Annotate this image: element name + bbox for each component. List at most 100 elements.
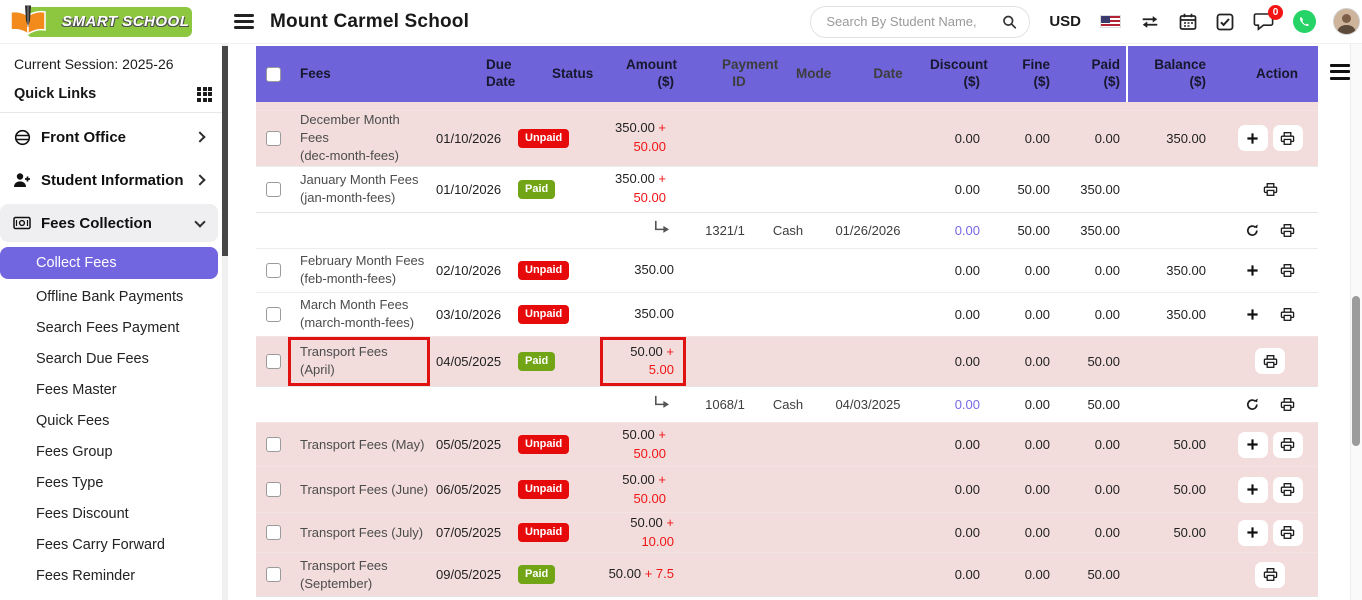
status-badge: Paid [518,352,555,371]
due-date-cell: 01/10/2026 [430,182,512,197]
print-button[interactable] [1255,176,1285,202]
sidebar-item-offline-bank-payments[interactable]: Offline Bank Payments [0,282,218,312]
status-badge: Unpaid [518,523,569,542]
row-checkbox[interactable] [266,182,281,197]
sidebar-item-collect-fees[interactable]: Collect Fees [0,247,218,279]
action-cell [1222,562,1318,588]
add-button[interactable] [1238,257,1268,283]
sidebar-section-student-information[interactable]: Student Information [0,161,218,199]
add-button[interactable] [1238,301,1268,327]
row-checkbox[interactable] [266,263,281,278]
user-avatar[interactable] [1333,8,1360,35]
status-cell: Unpaid [512,435,600,454]
messages-count-badge: 0 [1268,5,1283,20]
search-icon[interactable] [1002,14,1017,30]
status-cell: Paid [512,352,600,371]
sidebar-item-fees-group[interactable]: Fees Group [0,437,218,467]
status-cell: Paid [512,180,600,199]
whatsapp-icon[interactable] [1293,10,1316,33]
student-search-input[interactable] [811,14,1002,29]
sidebar-item-search-fees-payment[interactable]: Search Fees Payment [0,313,218,343]
row-checkbox[interactable] [266,307,281,322]
print-button[interactable] [1273,520,1303,546]
add-button[interactable] [1238,125,1268,151]
sidebar-section-fees-collection[interactable]: Fees Collection [0,204,218,242]
currency-selector[interactable]: USD [1049,13,1081,30]
print-button[interactable] [1273,432,1303,458]
sidebar-item-fees-discount[interactable]: Fees Discount [0,499,218,529]
amount-text: 50.00 + 7.5 [609,566,674,581]
paid-cell: 50.00 [1056,354,1126,369]
amount-text: 50.00 +50.00 [600,426,674,464]
print-button[interactable] [1273,392,1303,418]
language-flag[interactable] [1100,15,1121,28]
todo-check-icon[interactable] [1216,13,1234,31]
app-logo[interactable]: SMART SCHOOL [10,6,192,38]
column-header-pid: Payment ID [694,57,756,91]
page-scrollbar-thumb[interactable] [1352,296,1360,446]
discount-link[interactable]: 0.00 [955,223,980,238]
revert-button[interactable] [1238,392,1268,418]
status-cell: Paid [512,565,600,584]
print-button[interactable] [1273,477,1303,503]
row-checkbox[interactable] [266,567,281,582]
messages-icon[interactable]: 0 [1253,12,1274,31]
add-button[interactable] [1238,477,1268,503]
row-checkbox[interactable] [266,437,281,452]
column-header-fees: Fees [290,66,430,83]
panel-menu-icon[interactable] [1330,60,1350,83]
sidebar-item-fees-master[interactable]: Fees Master [0,375,218,405]
fees-table: FeesDue DateStatusAmount ($)Payment IDMo… [256,46,1318,600]
select-all-checkbox[interactable] [266,67,281,82]
calendar-icon[interactable] [1179,13,1197,31]
due-date-cell: 06/05/2025 [430,482,512,497]
print-button[interactable] [1273,217,1303,243]
amount-cell: 50.00 + 7.5 [600,565,694,584]
row-checkbox[interactable] [266,482,281,497]
sidebar-item-search-due-fees[interactable]: Search Due Fees [0,344,218,374]
add-button[interactable] [1238,432,1268,458]
amount-cell [600,395,694,415]
amount-cell: 50.00 +50.00 [600,426,694,464]
logo-zone: SMART SCHOOL [0,6,222,38]
print-button[interactable] [1255,348,1285,374]
fee-name-text: February Month Fees(feb-month-fees) [300,253,424,286]
row-checkbox[interactable] [266,131,281,146]
fee-name: December Month Fees(dec-month-fees) [290,111,430,166]
fee-row: February Month Fees(feb-month-fees)02/10… [256,248,1318,292]
amount-cell: 350.00 +50.00 [600,170,694,208]
sidebar-item-fees-reminder[interactable]: Fees Reminder [0,561,218,591]
payment-subrow: 1068/1Cash04/03/20250.000.0050.00 [256,386,1318,422]
row-checkbox[interactable] [266,525,281,540]
print-button[interactable] [1273,301,1303,327]
print-button[interactable] [1255,562,1285,588]
quick-links[interactable]: Quick Links [0,76,228,112]
sidebar-item-fees-type[interactable]: Fees Type [0,468,218,498]
print-button[interactable] [1273,257,1303,283]
discount-link[interactable]: 0.00 [955,397,980,412]
switch-icon[interactable] [1140,14,1160,30]
status-cell: Unpaid [512,261,600,280]
sidebar-section-label: Front Office [41,129,126,146]
paid-cell: 0.00 [1056,482,1126,497]
sidebar-item-quick-fees[interactable]: Quick Fees [0,406,218,436]
fees-table-header: FeesDue DateStatusAmount ($)Payment IDMo… [256,46,1318,102]
print-button[interactable] [1273,125,1303,151]
sidebar-item-fees-carry-forward[interactable]: Fees Carry Forward [0,530,218,560]
sidebar-section-front-office[interactable]: Front Office [0,118,218,156]
action-cell [1222,257,1318,283]
mode-cell: Cash [756,397,820,412]
fee-name: March Month Fees(march-month-fees) [290,296,430,332]
checkbox-cell [256,482,290,497]
discount-cell: 0.00 [916,437,986,452]
status-badge: Paid [518,180,555,199]
current-session-label: Current Session: 2025-26 [0,44,228,76]
fee-name: Transport Fees (May) [290,436,430,454]
checkbox-cell [256,354,290,369]
row-checkbox[interactable] [266,354,281,369]
add-button[interactable] [1238,520,1268,546]
front-office-icon [13,128,31,146]
sidebar-toggle-icon[interactable] [234,11,254,33]
revert-button[interactable] [1238,217,1268,243]
due-date-cell: 05/05/2025 [430,437,512,452]
